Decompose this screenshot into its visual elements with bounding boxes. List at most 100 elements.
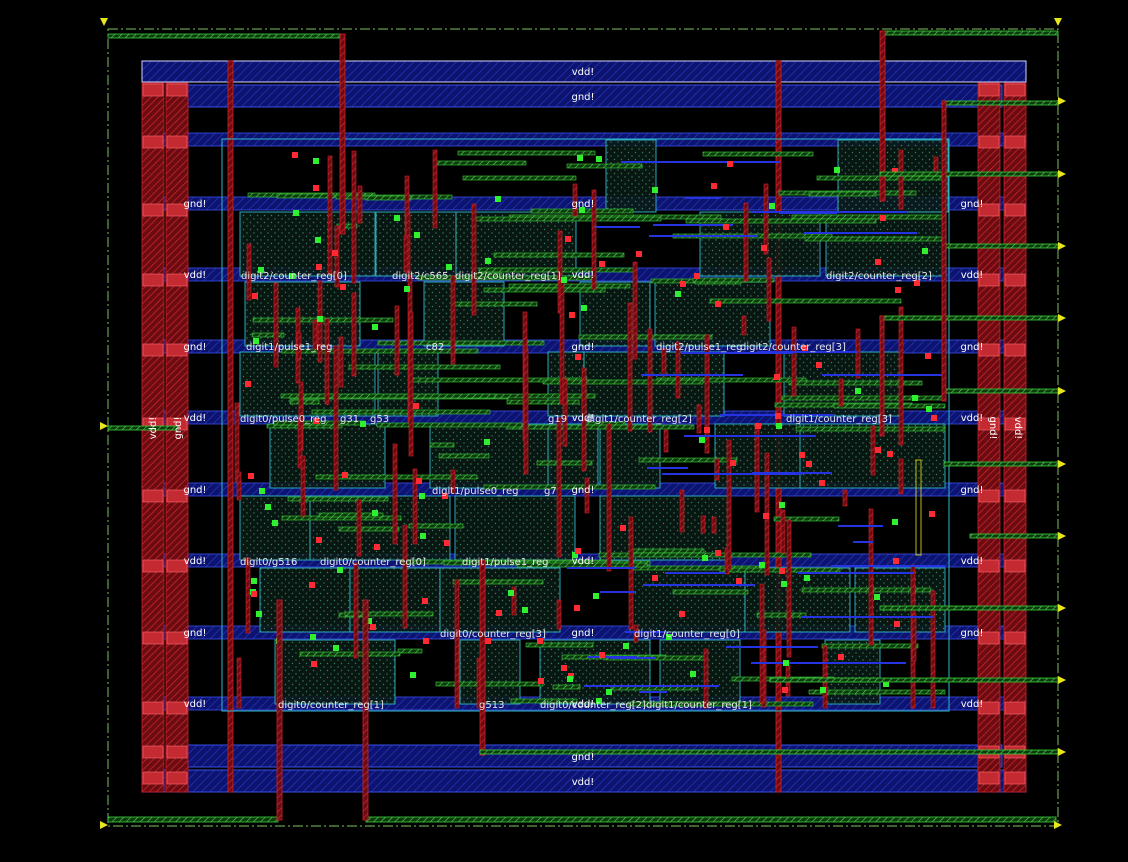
- via: [311, 661, 317, 667]
- metal3-wire: [751, 662, 906, 664]
- long-route: [339, 33, 346, 235]
- via: [574, 605, 580, 611]
- via: [394, 215, 400, 221]
- pin-marker: [1058, 170, 1066, 178]
- metal2-wire: [709, 298, 902, 304]
- long-route: [107, 425, 179, 431]
- rail-label-top-vdd: vdd!: [572, 67, 595, 78]
- via: [779, 502, 785, 508]
- pin-marker: [1058, 387, 1066, 395]
- metal1-wire: [628, 516, 634, 630]
- via: [256, 611, 262, 617]
- via: [893, 558, 899, 564]
- cell-outline: [659, 639, 741, 705]
- via: [485, 258, 491, 264]
- via: [259, 488, 265, 494]
- via: [293, 210, 299, 216]
- row-label-left: vdd!: [184, 699, 207, 710]
- via: [265, 504, 271, 510]
- metal1-wire: [726, 439, 732, 570]
- metal3-wire: [804, 232, 917, 234]
- metal1-wire: [356, 499, 362, 557]
- metal1-wire: [838, 378, 844, 407]
- via: [360, 421, 366, 427]
- metal2-wire: [756, 612, 807, 618]
- metal1-wire: [392, 443, 398, 545]
- metal1-wire: [696, 404, 702, 434]
- via: [484, 439, 490, 445]
- row-label-right: gnd!: [960, 628, 983, 639]
- metal1-wire: [357, 185, 363, 224]
- pin-marker: [1054, 18, 1062, 26]
- via: [875, 259, 881, 265]
- via: [313, 185, 319, 191]
- ring-via: [142, 771, 164, 785]
- ring-via: [166, 771, 188, 785]
- ring-via: [142, 631, 164, 645]
- via: [925, 353, 931, 359]
- metal2-wire: [311, 409, 491, 415]
- metal3-wire: [584, 685, 719, 687]
- metal2-wire: [377, 340, 545, 346]
- cell-label: digit1/pulse1_reg: [462, 557, 548, 568]
- via: [855, 388, 861, 394]
- metal2-wire: [438, 453, 490, 459]
- metal2-wire: [791, 214, 945, 220]
- ring-label-right-gnd: gnd!: [987, 416, 998, 439]
- metal1-wire: [234, 402, 240, 483]
- via: [496, 610, 502, 616]
- row-label-right: gnd!: [960, 199, 983, 210]
- via: [775, 413, 781, 419]
- via: [444, 540, 450, 546]
- cell-outline: [459, 639, 521, 705]
- cell-label: digit0/counter_reg[2]: [540, 700, 646, 711]
- cell-label: digit2/counter_reg[0]: [241, 271, 347, 282]
- via: [567, 676, 573, 682]
- metal2-wire: [397, 648, 423, 654]
- metal2-wire: [251, 332, 285, 338]
- via: [332, 250, 338, 256]
- metal1-wire: [324, 318, 330, 405]
- via: [316, 264, 322, 270]
- metal1-wire: [394, 305, 400, 376]
- metal1-wire: [402, 524, 408, 629]
- cell-label: digit2/counter_reg[2]: [826, 271, 932, 282]
- via: [702, 555, 708, 561]
- metal1-wire: [562, 378, 568, 447]
- via: [727, 161, 733, 167]
- via: [704, 427, 710, 433]
- via: [894, 621, 900, 627]
- metal1-wire: [632, 261, 638, 360]
- via: [679, 611, 685, 617]
- metal1-wire: [700, 515, 706, 534]
- metal3-wire: [643, 584, 755, 586]
- via: [416, 478, 422, 484]
- pin-marker: [1058, 676, 1066, 684]
- via: [779, 568, 785, 574]
- ring-via: [142, 559, 164, 573]
- ring-via: [142, 83, 164, 97]
- long-route: [943, 243, 1059, 249]
- via: [522, 607, 528, 613]
- long-route: [969, 533, 1059, 539]
- metal1-wire: [780, 509, 786, 554]
- ring-via: [1004, 771, 1026, 785]
- ring-via: [1004, 631, 1026, 645]
- metal1-wire: [711, 516, 717, 534]
- via: [875, 447, 881, 453]
- via: [931, 415, 937, 421]
- via: [333, 645, 339, 651]
- via: [565, 236, 571, 242]
- cell-label: digit2/c565: [392, 271, 449, 282]
- ring-via: [142, 343, 164, 357]
- row-label-left: vdd!: [184, 556, 207, 567]
- via: [690, 671, 696, 677]
- via: [372, 510, 378, 516]
- via: [715, 550, 721, 556]
- via: [620, 525, 626, 531]
- row-label-right: vdd!: [961, 413, 984, 424]
- row-label-center: vdd!: [572, 556, 595, 567]
- via: [422, 598, 428, 604]
- row-label-left: gnd!: [183, 342, 206, 353]
- via: [694, 273, 700, 279]
